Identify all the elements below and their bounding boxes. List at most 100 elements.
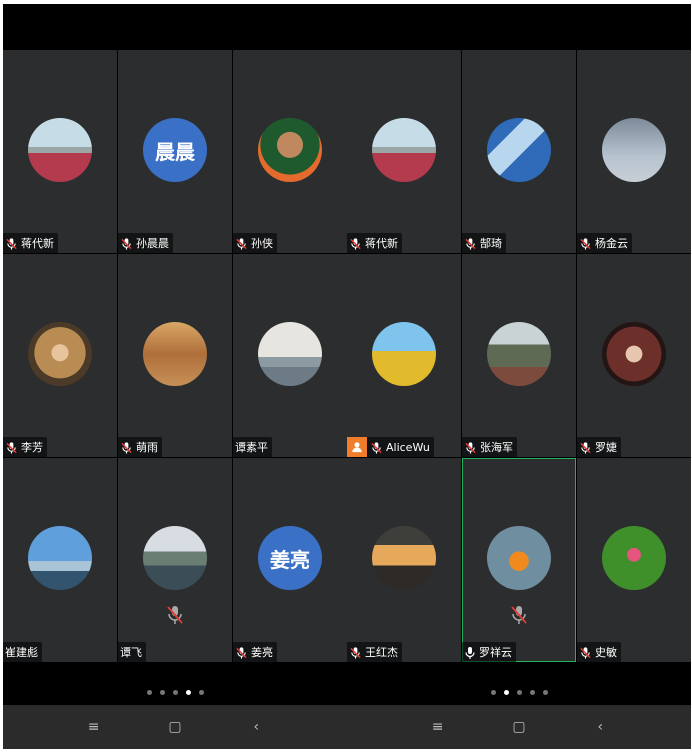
mic-off-icon [235, 645, 248, 659]
page-indicator[interactable] [3, 686, 347, 698]
participant-tile[interactable]: 晨晨孙晨晨 [118, 50, 232, 253]
avatar [258, 322, 322, 386]
menu-button[interactable]: ≡ [423, 719, 453, 735]
participant-grid: 蒋代新 郜琦 杨金云 AliceWu 张海军 罗婕王红杰 罗祥云 史敏 [347, 50, 691, 662]
participant-label: 萌雨 [118, 437, 162, 457]
page-dot[interactable] [159, 689, 165, 695]
avatar [487, 526, 551, 590]
mic-off-icon [370, 440, 383, 454]
participant-label: 杨金云 [577, 233, 632, 253]
participant-tile[interactable]: AliceWu [347, 254, 461, 457]
participant-name: 罗婕 [595, 441, 617, 454]
participant-label: 谭飞 [118, 642, 146, 662]
page-dot[interactable] [490, 689, 496, 695]
participant-tile[interactable]: 罗婕 [577, 254, 691, 457]
avatar: 姜亮 [258, 526, 322, 590]
avatar [372, 322, 436, 386]
mic-muted-icon [166, 604, 184, 626]
mic-off-icon [120, 440, 133, 454]
avatar [143, 322, 207, 386]
participant-label: 蒋代新 [347, 233, 402, 253]
mic-off-icon [349, 645, 362, 659]
participant-tile[interactable]: 李芳 [3, 254, 117, 457]
avatar [487, 322, 551, 386]
avatar [28, 322, 92, 386]
avatar [143, 526, 207, 590]
participant-label: 谭素平 [233, 437, 272, 457]
participant-tile[interactable]: 萌雨 [118, 254, 232, 457]
avatar: 晨晨 [143, 118, 207, 182]
left-phone-screen: 蒋代新 晨晨 孙晨晨 孙侠 李芳 萌雨 谭素平 崔建彪 谭飞 姜亮 姜亮 ≡ ▢ ‹ [3, 4, 347, 749]
right-phone-screen: 蒋代新 郜琦 杨金云 AliceWu 张海军 罗婕王红杰 罗祥云 史敏 ≡ ▢ ‹ [347, 4, 691, 749]
page-indicator[interactable] [347, 686, 691, 698]
mic-off-icon [579, 645, 592, 659]
participant-tile[interactable]: 杨金云 [577, 50, 691, 253]
participant-name: 萌雨 [136, 441, 158, 454]
system-navbar: ≡ ▢ ‹ [3, 705, 347, 749]
participant-name: 孙侠 [251, 237, 273, 250]
page-dot[interactable] [185, 689, 191, 695]
participant-tile[interactable]: 蒋代新 [347, 50, 461, 253]
participant-name: 崔建彪 [5, 646, 38, 659]
menu-button[interactable]: ≡ [79, 719, 109, 735]
avatar [372, 118, 436, 182]
participant-tile[interactable]: 谭素平 [233, 254, 347, 457]
participant-tile[interactable]: 郜琦 [462, 50, 576, 253]
participant-label: 崔建彪 [3, 642, 42, 662]
participant-name: 蒋代新 [21, 237, 54, 250]
participant-label: 蒋代新 [3, 233, 58, 253]
mic-muted-icon [510, 604, 528, 626]
user-icon [347, 437, 367, 457]
participant-name: 张海军 [480, 441, 513, 454]
participant-label: 郜琦 [462, 233, 506, 253]
participant-name: 杨金云 [595, 237, 628, 250]
participant-tile[interactable]: 孙侠 [233, 50, 347, 253]
participant-tile[interactable]: 崔建彪 [3, 458, 117, 662]
participant-label: 张海军 [462, 437, 517, 457]
mic-off-icon [579, 236, 592, 250]
page-dot[interactable] [529, 689, 535, 695]
avatar [372, 526, 436, 590]
mic-off-icon [5, 236, 18, 250]
back-button[interactable]: ‹ [241, 719, 271, 735]
participant-tile[interactable]: 蒋代新 [3, 50, 117, 253]
participant-name: 谭素平 [235, 441, 268, 454]
page-dot[interactable] [172, 689, 178, 695]
home-button[interactable]: ▢ [504, 719, 534, 735]
mic-off-icon [464, 440, 477, 454]
participant-label: 孙晨晨 [118, 233, 173, 253]
participant-label: 李芳 [3, 437, 47, 457]
mic-off-icon [579, 440, 592, 454]
participant-grid: 蒋代新 晨晨 孙晨晨 孙侠 李芳 萌雨 谭素平 崔建彪 谭飞 姜亮 姜亮 [3, 50, 347, 662]
participant-tile[interactable]: 罗祥云 [462, 458, 576, 662]
mic-icon [464, 645, 476, 659]
participant-label: 姜亮 [233, 642, 277, 662]
participant-name: 姜亮 [251, 646, 273, 659]
avatar [602, 322, 666, 386]
mic-off-icon [464, 236, 477, 250]
participant-name: 史敏 [595, 646, 617, 659]
avatar [28, 118, 92, 182]
page-dot[interactable] [503, 689, 509, 695]
participant-name: 谭飞 [120, 646, 142, 659]
participant-label: 王红杰 [347, 642, 402, 662]
participant-tile[interactable]: 姜亮 姜亮 [233, 458, 347, 662]
participant-tile[interactable]: 史敏 [577, 458, 691, 662]
participant-tile[interactable]: 张海军 [462, 254, 576, 457]
page-dot[interactable] [516, 689, 522, 695]
participant-label: AliceWu [347, 437, 434, 457]
mic-off-icon [235, 236, 248, 250]
participant-name: AliceWu [386, 440, 430, 454]
participant-name: 蒋代新 [365, 237, 398, 250]
participant-tile[interactable]: 王红杰 [347, 458, 461, 662]
back-button[interactable]: ‹ [585, 719, 615, 735]
participant-tile[interactable]: 谭飞 [118, 458, 232, 662]
participant-label: 史敏 [577, 642, 621, 662]
participant-name: 孙晨晨 [136, 237, 169, 250]
mic-off-icon [120, 236, 133, 250]
home-button[interactable]: ▢ [160, 719, 190, 735]
avatar [28, 526, 92, 590]
page-dot[interactable] [542, 689, 548, 695]
page-dot[interactable] [146, 689, 152, 695]
page-dot[interactable] [198, 689, 204, 695]
